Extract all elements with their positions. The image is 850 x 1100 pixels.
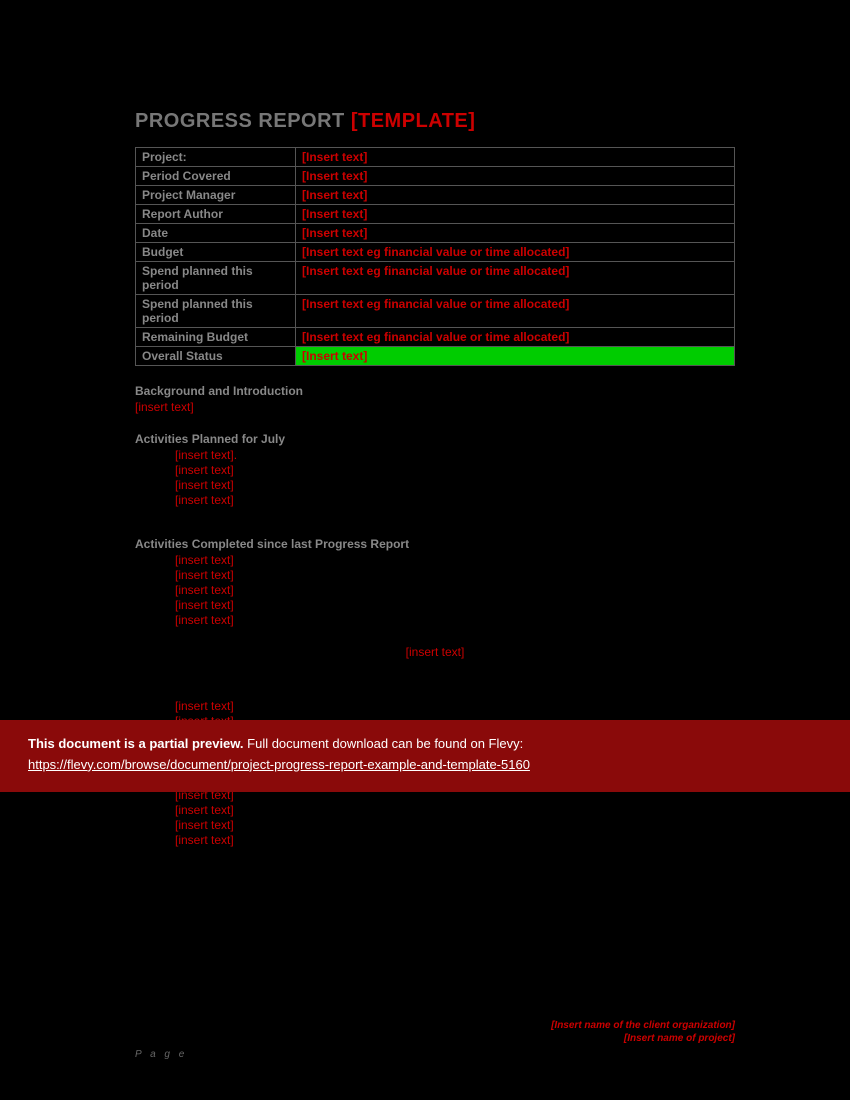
- meta-row: Period Covered[Insert text]: [136, 167, 735, 186]
- placeholder-line: [insert text]: [175, 833, 735, 847]
- placeholder-line: [insert text]: [135, 400, 735, 414]
- meta-value: [Insert text]: [296, 186, 735, 205]
- meta-row: Spend planned this period[Insert text eg…: [136, 262, 735, 295]
- banner-rest: Full document download can be found on F…: [244, 736, 524, 751]
- meta-label: Report Author: [136, 205, 296, 224]
- placeholder-line: [insert text]: [175, 553, 735, 567]
- meta-value: [Insert text]: [296, 205, 735, 224]
- meta-row: Date[Insert text]: [136, 224, 735, 243]
- placeholder-line: [insert text]: [175, 493, 735, 507]
- meta-value: [Insert text]: [296, 148, 735, 167]
- placeholder-line: [insert text]: [175, 613, 735, 627]
- meta-row: Overall Status[Insert text]: [136, 347, 735, 366]
- meta-value: [Insert text]: [296, 167, 735, 186]
- meta-value: [Insert text eg financial value or time …: [296, 262, 735, 295]
- meta-value: [Insert text eg financial value or time …: [296, 243, 735, 262]
- banner-link[interactable]: https://flevy.com/browse/document/projec…: [28, 757, 530, 772]
- document-title: PROGRESS REPORT [TEMPLATE]: [135, 110, 735, 133]
- meta-row: Project Manager[Insert text]: [136, 186, 735, 205]
- meta-row: Project:[Insert text]: [136, 148, 735, 167]
- footer-page-label: P a g e: [135, 1049, 735, 1060]
- placeholder-line: [insert text]: [175, 818, 735, 832]
- title-suffix: [TEMPLATE]: [351, 110, 476, 132]
- meta-label: Period Covered: [136, 167, 296, 186]
- section-completed-heading: Activities Completed since last Progress…: [135, 537, 735, 551]
- meta-value: [Insert text eg financial value or time …: [296, 328, 735, 347]
- page-footer: [Insert name of the client organization]…: [135, 1019, 735, 1060]
- placeholder-line: [insert text]: [175, 568, 735, 582]
- meta-label: Remaining Budget: [136, 328, 296, 347]
- metadata-table: Project:[Insert text]Period Covered[Inse…: [135, 147, 735, 366]
- meta-label: Spend planned this period: [136, 262, 296, 295]
- meta-label: Spend planned this period: [136, 295, 296, 328]
- section-background-heading: Background and Introduction: [135, 384, 735, 398]
- preview-banner: This document is a partial preview. Full…: [0, 720, 850, 792]
- meta-row: Budget[Insert text eg financial value or…: [136, 243, 735, 262]
- placeholder-line: [insert text]: [175, 478, 735, 492]
- placeholder-line: [insert text]: [175, 803, 735, 817]
- meta-value: [Insert text eg financial value or time …: [296, 295, 735, 328]
- title-main: PROGRESS REPORT: [135, 110, 351, 132]
- placeholder-line: [insert text]: [175, 699, 735, 713]
- placeholder-line: [insert text]: [175, 463, 735, 477]
- footer-client: [Insert name of the client organization]: [135, 1019, 735, 1032]
- meta-label: Project:: [136, 148, 296, 167]
- section-planned-heading: Activities Planned for July: [135, 432, 735, 446]
- meta-label: Date: [136, 224, 296, 243]
- meta-row: Report Author[Insert text]: [136, 205, 735, 224]
- meta-label: Overall Status: [136, 347, 296, 366]
- footer-project: [Insert name of project]: [135, 1032, 735, 1045]
- meta-label: Budget: [136, 243, 296, 262]
- meta-row: Remaining Budget[Insert text eg financia…: [136, 328, 735, 347]
- centered-placeholder: [insert text]: [135, 645, 735, 659]
- placeholder-line: [insert text]: [175, 598, 735, 612]
- banner-bold: This document is a partial preview.: [28, 736, 244, 751]
- placeholder-line: [insert text]: [175, 583, 735, 597]
- meta-value: [Insert text]: [296, 347, 735, 366]
- meta-value: [Insert text]: [296, 224, 735, 243]
- meta-row: Spend planned this period[Insert text eg…: [136, 295, 735, 328]
- meta-label: Project Manager: [136, 186, 296, 205]
- placeholder-line: [insert text].: [175, 448, 735, 462]
